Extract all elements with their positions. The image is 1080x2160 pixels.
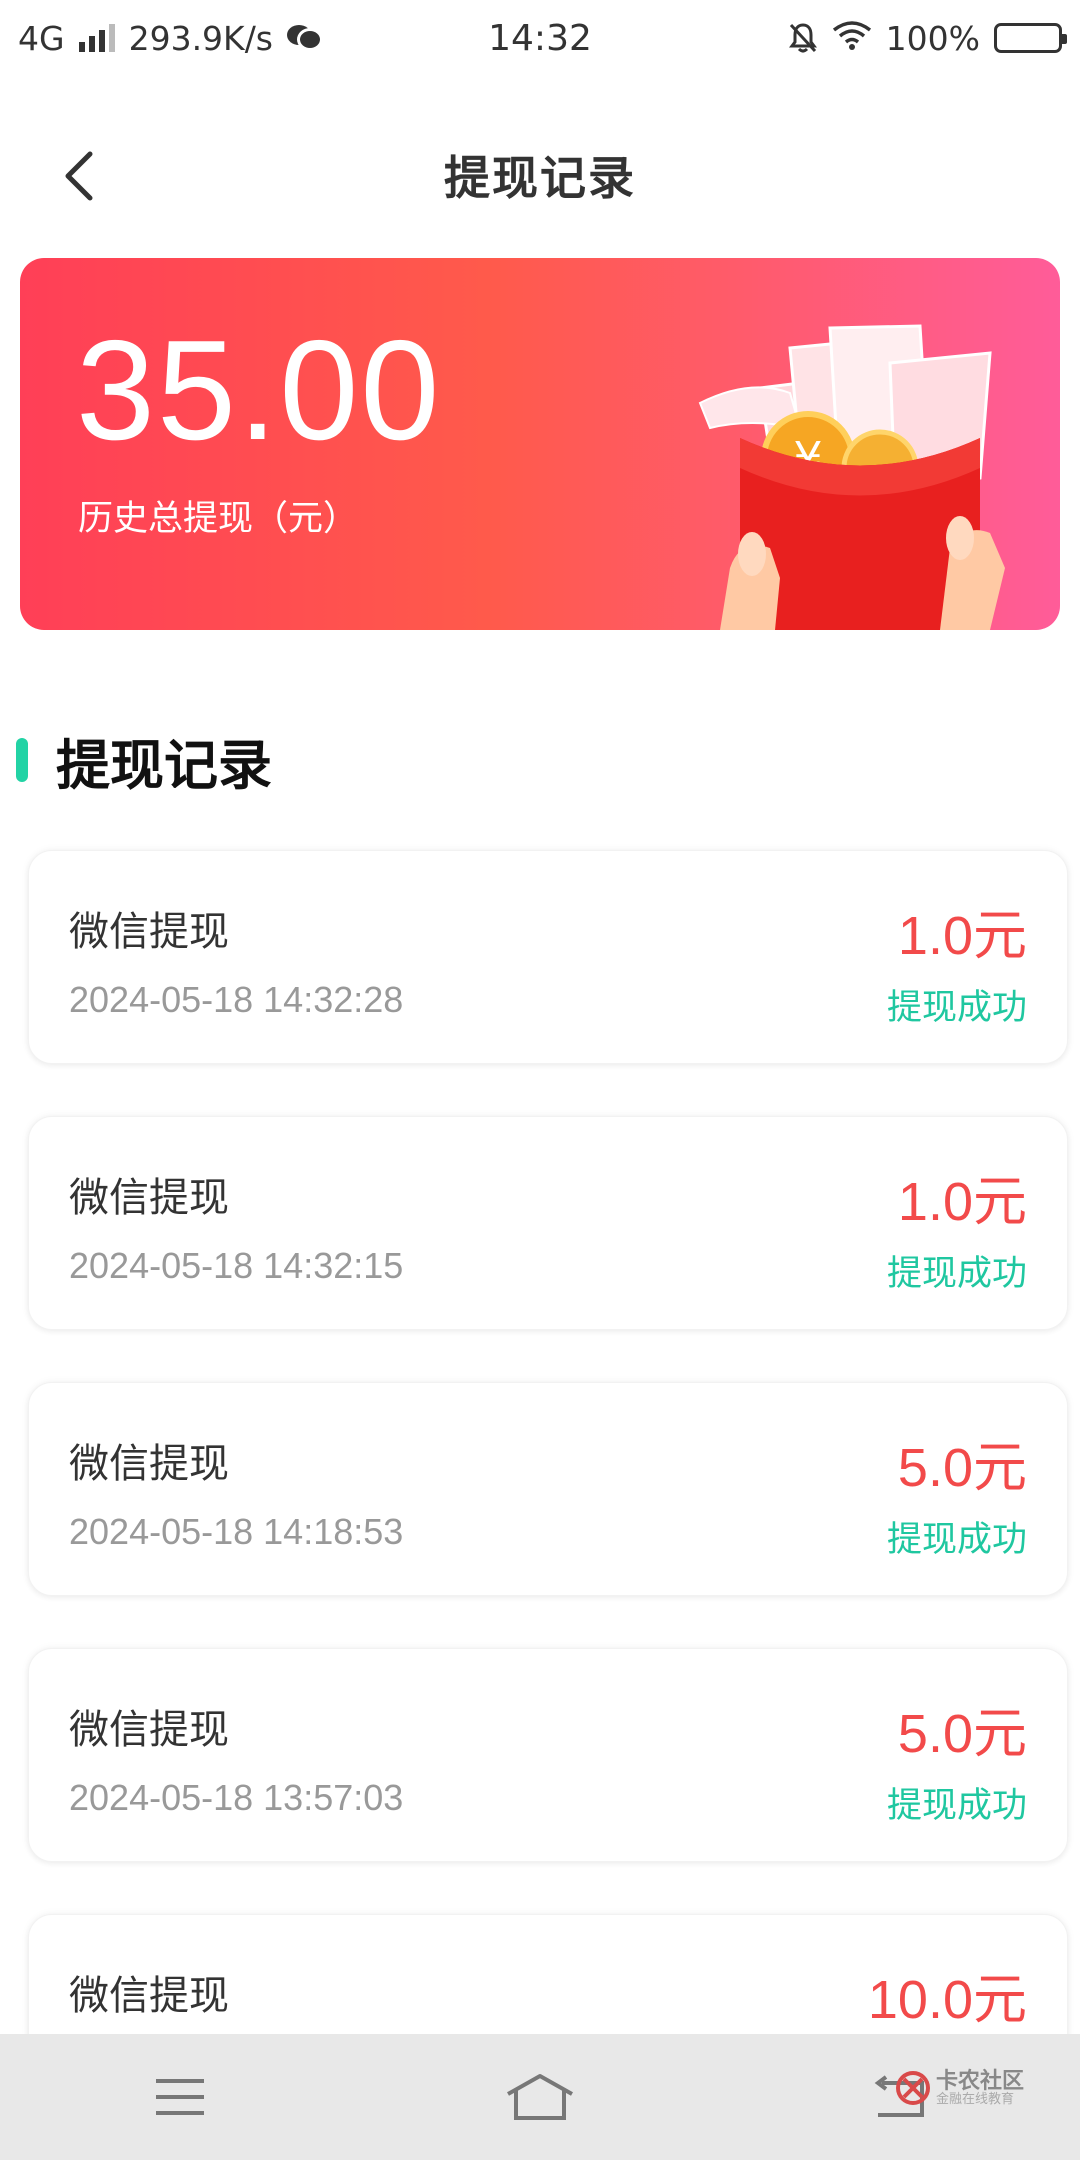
signal-icon: [78, 24, 115, 52]
summary-card: 35.00 历史总提现（元） ¥: [20, 258, 1060, 630]
record-method: 微信提现: [69, 1175, 229, 1221]
status-left: 4G 293.9K/s: [18, 18, 324, 58]
network-type: 4G: [18, 18, 65, 58]
record-status: 提现成功: [886, 1254, 1027, 1294]
chevron-left-icon: [65, 151, 93, 201]
record-amount: 1.0元: [897, 906, 1027, 966]
menu-icon: [156, 2079, 204, 2115]
battery-percent: 100%: [885, 18, 980, 58]
record-method: 微信提现: [69, 1973, 229, 2019]
record-status: 提现成功: [886, 988, 1027, 1028]
header: 提现记录: [0, 110, 1080, 240]
record-method: 微信提现: [69, 1441, 229, 1487]
home-button[interactable]: [480, 2052, 600, 2142]
record-time: 2024-05-18 14:32:28: [69, 979, 404, 1020]
watermark: 卡农社区 金融在线教育: [895, 2069, 1024, 2108]
section-title: 提现记录: [56, 733, 272, 797]
record-status: 提现成功: [886, 1520, 1027, 1560]
record-card[interactable]: 微信提现 2024-05-18 14:18:53 5.0元 提现成功: [28, 1382, 1068, 1596]
status-time: 14:32: [488, 17, 592, 59]
record-time: 2024-05-18 13:57:03: [69, 1777, 404, 1818]
record-method: 微信提现: [69, 909, 229, 955]
record-time: 2024-05-18 14:32:15: [69, 1245, 404, 1286]
total-label: 历史总提现（元）: [78, 499, 359, 539]
back-button[interactable]: [40, 136, 120, 216]
wechat-icon: [287, 23, 324, 53]
record-amount: 1.0元: [897, 1172, 1027, 1232]
record-status: 提现成功: [886, 1786, 1027, 1826]
battery-icon: [994, 23, 1067, 53]
record-time: 2024-05-18 14:18:53: [69, 1511, 404, 1552]
section-header: 提现记录: [16, 720, 272, 800]
record-amount: 5.0元: [897, 1704, 1027, 1764]
status-right: 100%: [788, 18, 1067, 58]
status-bar: 4G 293.9K/s 14:32 100%: [0, 0, 1080, 76]
record-method: 微信提现: [69, 1707, 229, 1753]
record-card[interactable]: 微信提现 2024-05-18 14:32:28 1.0元 提现成功: [28, 850, 1068, 1064]
record-amount: 5.0元: [897, 1438, 1027, 1498]
red-envelope-illustration: ¥: [698, 324, 1005, 630]
watermark-main: 卡农社区: [935, 2069, 1024, 2094]
page-title: 提现记录: [444, 151, 636, 205]
network-speed: 293.9K/s: [128, 18, 274, 58]
bell-off-icon: [788, 22, 818, 54]
total-amount: 35.00: [76, 311, 442, 470]
wifi-icon: [832, 19, 872, 58]
kanong-logo-icon: [895, 2071, 930, 2106]
record-card[interactable]: 微信提现 2024-05-18 14:32:15 1.0元 提现成功: [28, 1116, 1068, 1330]
record-card[interactable]: 微信提现 2024-05-18 13:57:03 5.0元 提现成功: [28, 1648, 1068, 1862]
menu-button[interactable]: [120, 2052, 240, 2142]
home-icon: [507, 2074, 573, 2120]
record-amount: 10.0元: [867, 1970, 1027, 2030]
section-accent-bar: [16, 738, 28, 782]
watermark-sub: 金融在线教育: [935, 2092, 1014, 2108]
record-list: 微信提现 2024-05-18 14:32:28 1.0元 提现成功 微信提现 …: [28, 850, 1068, 2160]
